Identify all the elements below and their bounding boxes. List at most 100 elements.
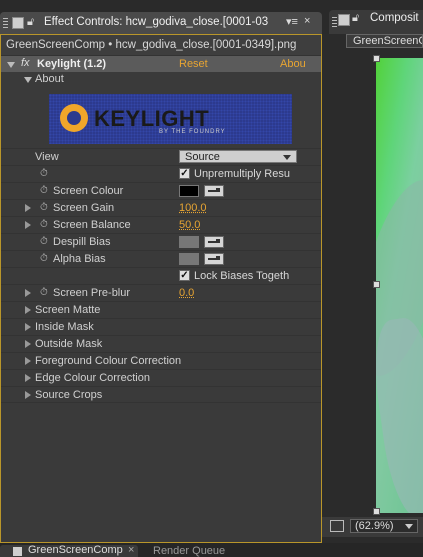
unpremultiply-checkbox[interactable]: ✓ <box>179 168 190 179</box>
chevron-right-icon[interactable] <box>25 374 31 382</box>
footage-shape <box>376 314 423 513</box>
viewer-options-icon[interactable] <box>330 520 344 532</box>
lock-icon[interactable]: 🔓︎ <box>352 12 359 25</box>
chevron-right-icon[interactable] <box>25 357 31 365</box>
param-despill-bias: ⏱ Despill Bias <box>1 233 321 250</box>
tab-title: Render Queue <box>153 545 226 557</box>
param-screen-gain: ⏱ Screen Gain 100.0 <box>1 199 321 216</box>
group-foreground-colour-correction[interactable]: Foreground Colour Correction <box>1 352 321 369</box>
chevron-right-icon[interactable] <box>25 323 31 331</box>
tab-grip[interactable] <box>3 18 8 28</box>
chevron-right-icon[interactable] <box>25 391 31 399</box>
screen-gain-value[interactable]: 100.0 <box>179 202 207 214</box>
eyedropper-icon[interactable] <box>204 236 224 248</box>
tab-grip[interactable] <box>332 17 337 27</box>
lock-biases-checkbox[interactable]: ✓ <box>179 270 190 281</box>
stopwatch-icon[interactable]: ⏱ <box>40 220 50 230</box>
stopwatch-icon[interactable]: ⏱ <box>40 169 50 179</box>
param-label: View <box>35 151 59 163</box>
lock-icon[interactable]: 🔓︎ <box>27 16 37 28</box>
group-screen-matte[interactable]: Screen Matte <box>1 301 321 318</box>
layer-path: GreenScreenComp • hcw_godiva_close.[0001… <box>6 39 297 51</box>
stopwatch-icon[interactable]: ⏱ <box>40 203 50 213</box>
panel-menu-icon[interactable]: ▾≡ <box>286 15 298 28</box>
chevron-right-icon[interactable] <box>25 306 31 314</box>
panel-icon <box>13 547 22 556</box>
stopwatch-icon[interactable]: ⏱ <box>40 288 50 298</box>
effect-name: Keylight (1.2) <box>37 58 107 70</box>
fx-toggle-icon[interactable]: fx <box>21 57 30 69</box>
group-outside-mask[interactable]: Outside Mask <box>1 335 321 352</box>
param-lock-biases: ✓ Lock Biases Togeth <box>1 267 321 284</box>
param-label: Screen Pre-blur <box>53 287 131 299</box>
tab-composition[interactable]: 🔓︎ Composit <box>329 10 423 34</box>
stopwatch-icon[interactable]: ⏱ <box>40 237 50 247</box>
zoom-value: (62.9%) <box>355 520 394 532</box>
tab-greenscreencomp[interactable]: GreenScreenComp × <box>0 544 138 557</box>
about-row[interactable]: About <box>1 72 321 89</box>
param-screen-balance: ⏱ Screen Balance 50.0 <box>1 216 321 233</box>
param-label: Screen Colour <box>53 185 124 197</box>
about-link[interactable]: Abou <box>280 58 306 70</box>
reset-link[interactable]: Reset <box>179 58 208 70</box>
effect-controls-panel: GreenScreenComp • hcw_godiva_close.[0001… <box>0 34 322 543</box>
layer-handle[interactable] <box>373 55 380 62</box>
panel-tab-strip: 🔓︎ Effect Controls: hcw_godiva_close.[00… <box>0 0 423 34</box>
checkbox-label: Unpremultiply Resu <box>194 168 290 180</box>
param-label: Screen Gain <box>53 202 115 214</box>
chevron-down-icon[interactable] <box>24 77 32 83</box>
group-label: Source Crops <box>35 389 103 401</box>
param-view: View Source <box>1 148 321 165</box>
eyedropper-icon[interactable] <box>204 253 224 265</box>
tab-title: Effect Controls: hcw_godiva_close.[0001-… <box>44 16 269 28</box>
tab-render-queue[interactable]: Render Queue <box>153 545 225 557</box>
chevron-right-icon[interactable] <box>25 221 31 229</box>
about-label: About <box>35 73 64 85</box>
chevron-right-icon[interactable] <box>25 289 31 297</box>
group-source-crops[interactable]: Source Crops <box>1 386 321 403</box>
checkbox-label: Lock Biases Togeth <box>194 270 290 282</box>
screen-colour-swatch[interactable] <box>179 185 199 197</box>
group-label: Edge Colour Correction <box>35 372 150 384</box>
chevron-down-icon[interactable] <box>7 62 15 68</box>
viewer-footer: (62.9%) <box>322 517 423 537</box>
param-unpremultiply: ⏱ ✓ Unpremultiply Resu <box>1 165 321 182</box>
param-label: Alpha Bias <box>53 253 106 265</box>
param-alpha-bias: ⏱ Alpha Bias <box>1 250 321 267</box>
composition-viewer[interactable] <box>376 58 423 513</box>
param-screen-preblur: ⏱ Screen Pre-blur 0.0 <box>1 284 321 301</box>
layer-handle[interactable] <box>373 281 380 288</box>
timeline-tab-strip: GreenScreenComp × Render Queue <box>0 543 423 557</box>
layer-handle[interactable] <box>373 508 380 515</box>
effect-row-keylight[interactable]: fx Keylight (1.2) Reset Abou <box>1 55 321 72</box>
group-label: Screen Matte <box>35 304 101 316</box>
group-edge-colour-correction[interactable]: Edge Colour Correction <box>1 369 321 386</box>
stopwatch-icon[interactable]: ⏱ <box>40 254 50 264</box>
close-icon[interactable]: × <box>304 15 310 27</box>
chevron-right-icon[interactable] <box>25 204 31 212</box>
screen-preblur-value[interactable]: 0.0 <box>179 287 194 299</box>
panel-icon <box>12 17 24 29</box>
alpha-bias-swatch[interactable] <box>179 253 199 265</box>
zoom-dropdown[interactable]: (62.9%) <box>350 519 418 533</box>
close-icon[interactable]: × <box>128 544 134 556</box>
param-screen-colour: ⏱ Screen Colour <box>1 182 321 199</box>
chevron-right-icon[interactable] <box>25 340 31 348</box>
comp-breadcrumb[interactable]: GreenScreenC <box>346 34 423 48</box>
stopwatch-icon[interactable]: ⏱ <box>40 186 50 196</box>
screen-balance-value[interactable]: 50.0 <box>179 219 200 231</box>
group-inside-mask[interactable]: Inside Mask <box>1 318 321 335</box>
param-label: Despill Bias <box>53 236 111 248</box>
chevron-down-icon <box>283 155 291 160</box>
tab-effect-controls[interactable]: 🔓︎ Effect Controls: hcw_godiva_close.[00… <box>0 12 322 34</box>
despill-bias-swatch[interactable] <box>179 236 199 248</box>
chevron-down-icon <box>405 524 413 529</box>
view-dropdown[interactable]: Source <box>179 150 297 163</box>
group-label: Inside Mask <box>35 321 94 333</box>
ec-header: GreenScreenComp • hcw_godiva_close.[0001… <box>1 35 321 55</box>
composition-panel: GreenScreenC (62.9%) <box>322 34 423 543</box>
keylight-logo-icon <box>60 104 88 132</box>
tab-title: Composit <box>370 12 419 24</box>
eyedropper-icon[interactable] <box>204 185 224 197</box>
group-label: Outside Mask <box>35 338 103 350</box>
